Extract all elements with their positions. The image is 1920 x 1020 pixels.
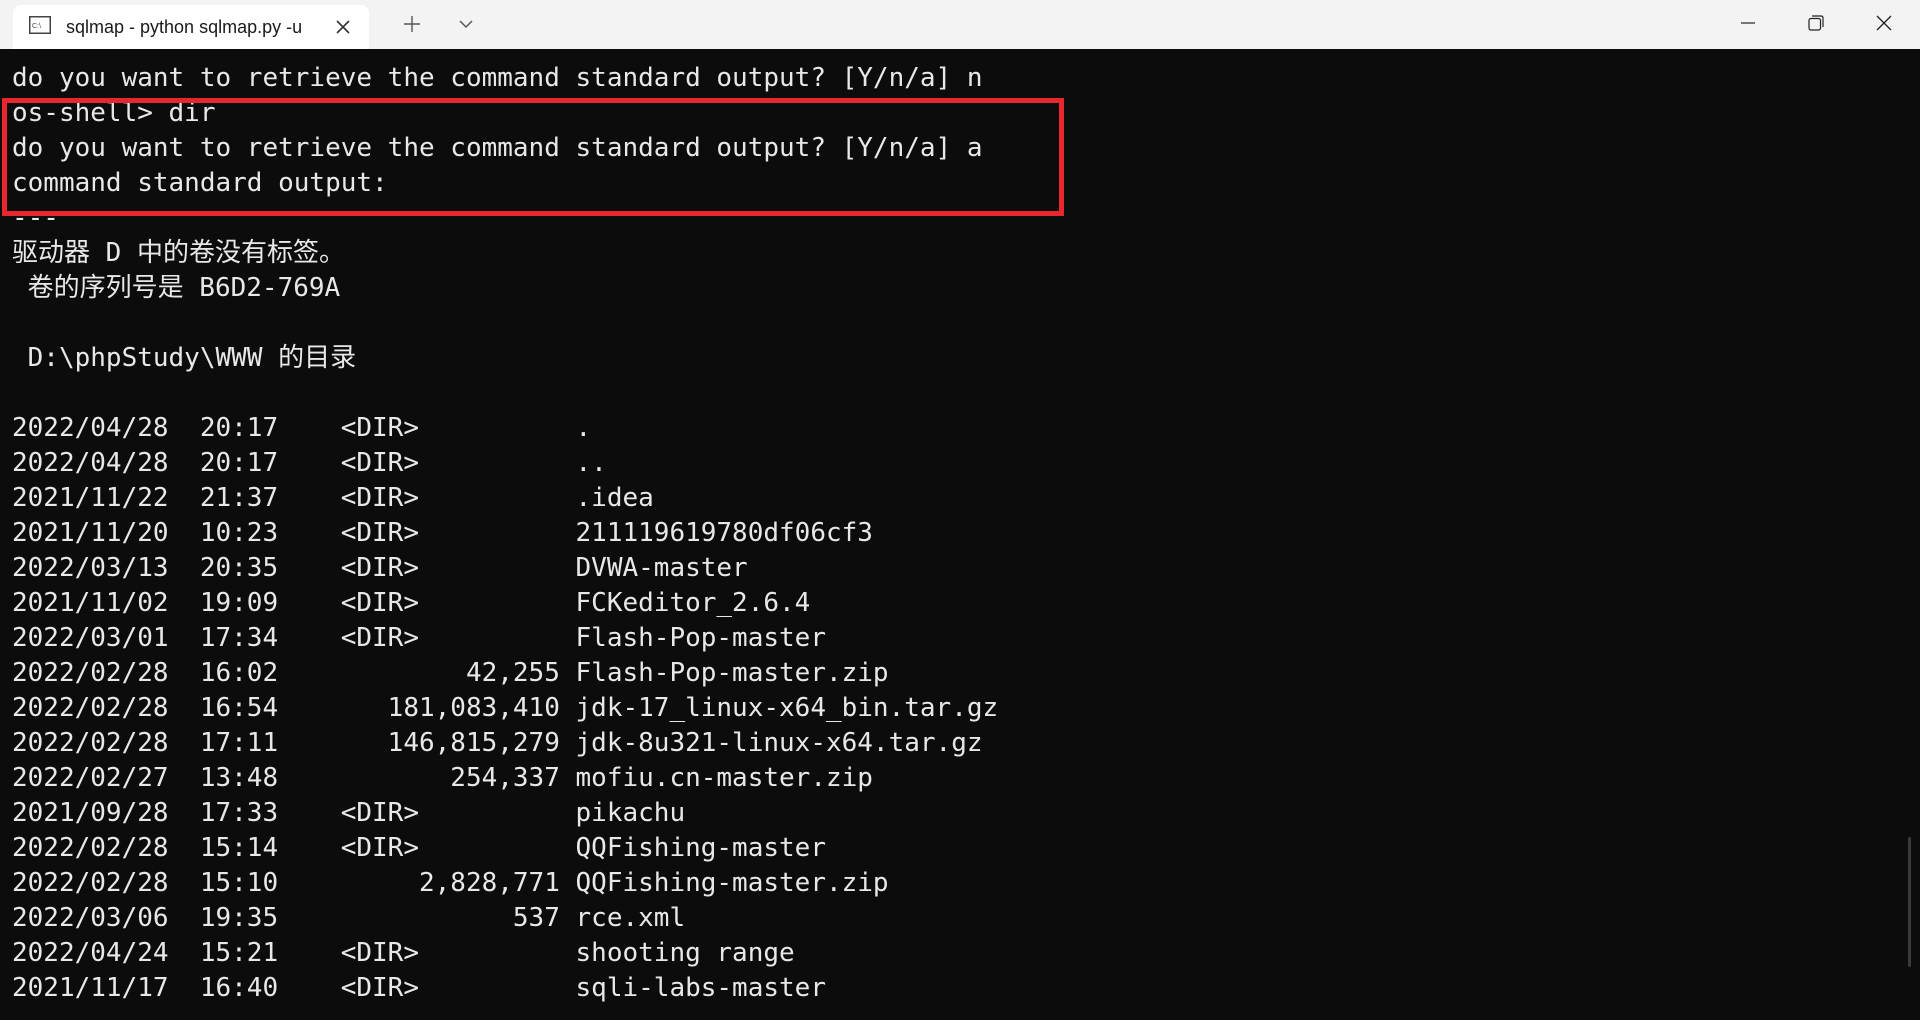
terminal-line: D:\phpStudy\WWW 的目录 (12, 343, 357, 373)
terminal-line: 2022/04/28 20:17 <DIR> . (12, 413, 592, 443)
terminal-line: 卷的序列号是 B6D2-769A (12, 273, 341, 303)
chevron-down-icon (459, 20, 473, 29)
svg-text:C:\: C:\ (32, 23, 41, 30)
terminal-line: 2022/04/28 20:17 <DIR> .. (12, 448, 607, 478)
terminal-line: 2022/02/28 17:11 146,815,279 jdk-8u321-l… (12, 728, 983, 758)
terminal-line: 2022/03/01 17:34 <DIR> Flash-Pop-master (12, 623, 826, 653)
terminal-line: 2021/11/22 21:37 <DIR> .idea (12, 483, 654, 513)
terminal-line: 2022/02/28 16:54 181,083,410 jdk-17_linu… (12, 693, 999, 723)
terminal-window: C:\ sqlmap - python sqlmap.py -u do you … (0, 0, 1920, 1020)
plus-icon (404, 16, 420, 32)
maximize-icon (1808, 15, 1824, 31)
terminal-line: 驱动器 D 中的卷没有标签。 (12, 238, 345, 268)
terminal-line: 2022/04/24 15:21 <DIR> shooting range (12, 938, 795, 968)
minimize-button[interactable] (1714, 0, 1782, 46)
terminal-line: 2022/03/06 19:35 537 rce.xml (12, 903, 686, 933)
terminal-line: 2022/02/28 15:10 2,828,771 QQFishing-mas… (12, 868, 889, 898)
tab-title: sqlmap - python sqlmap.py -u (66, 17, 303, 37)
terminal-line: 2022/03/13 20:35 <DIR> DVWA-master (12, 553, 748, 583)
highlight-box (2, 98, 1064, 216)
terminal-line: 2021/11/20 10:23 <DIR> 211119619780df06c… (12, 518, 873, 548)
tab-dropdown-button[interactable] (450, 8, 482, 40)
close-icon (1876, 15, 1892, 31)
terminal-line: do you want to retrieve the command stan… (12, 63, 983, 93)
terminal-line: 2021/11/17 16:40 <DIR> sqli-labs-master (12, 973, 826, 1003)
terminal-line: 2021/11/02 19:09 <DIR> FCKeditor_2.6.4 (12, 588, 811, 618)
close-tab-icon[interactable] (329, 13, 357, 41)
maximize-button[interactable] (1782, 0, 1850, 46)
terminal-icon: C:\ (29, 16, 51, 34)
terminal-output-area[interactable]: do you want to retrieve the command stan… (0, 49, 1920, 1020)
scrollbar[interactable] (1908, 837, 1911, 967)
tab-sqlmap[interactable]: C:\ sqlmap - python sqlmap.py -u (13, 5, 369, 49)
terminal-line: 2022/02/28 15:14 <DIR> QQFishing-master (12, 833, 826, 863)
minimize-icon (1741, 22, 1755, 24)
close-window-button[interactable] (1850, 0, 1918, 46)
terminal-line: 2021/09/28 17:33 <DIR> pikachu (12, 798, 686, 828)
new-tab-button[interactable] (396, 8, 428, 40)
terminal-line: 2022/02/27 13:48 254,337 mofiu.cn-master… (12, 763, 873, 793)
terminal-line: 2022/02/28 16:02 42,255 Flash-Pop-master… (12, 658, 889, 688)
title-bar: C:\ sqlmap - python sqlmap.py -u (0, 0, 1920, 49)
